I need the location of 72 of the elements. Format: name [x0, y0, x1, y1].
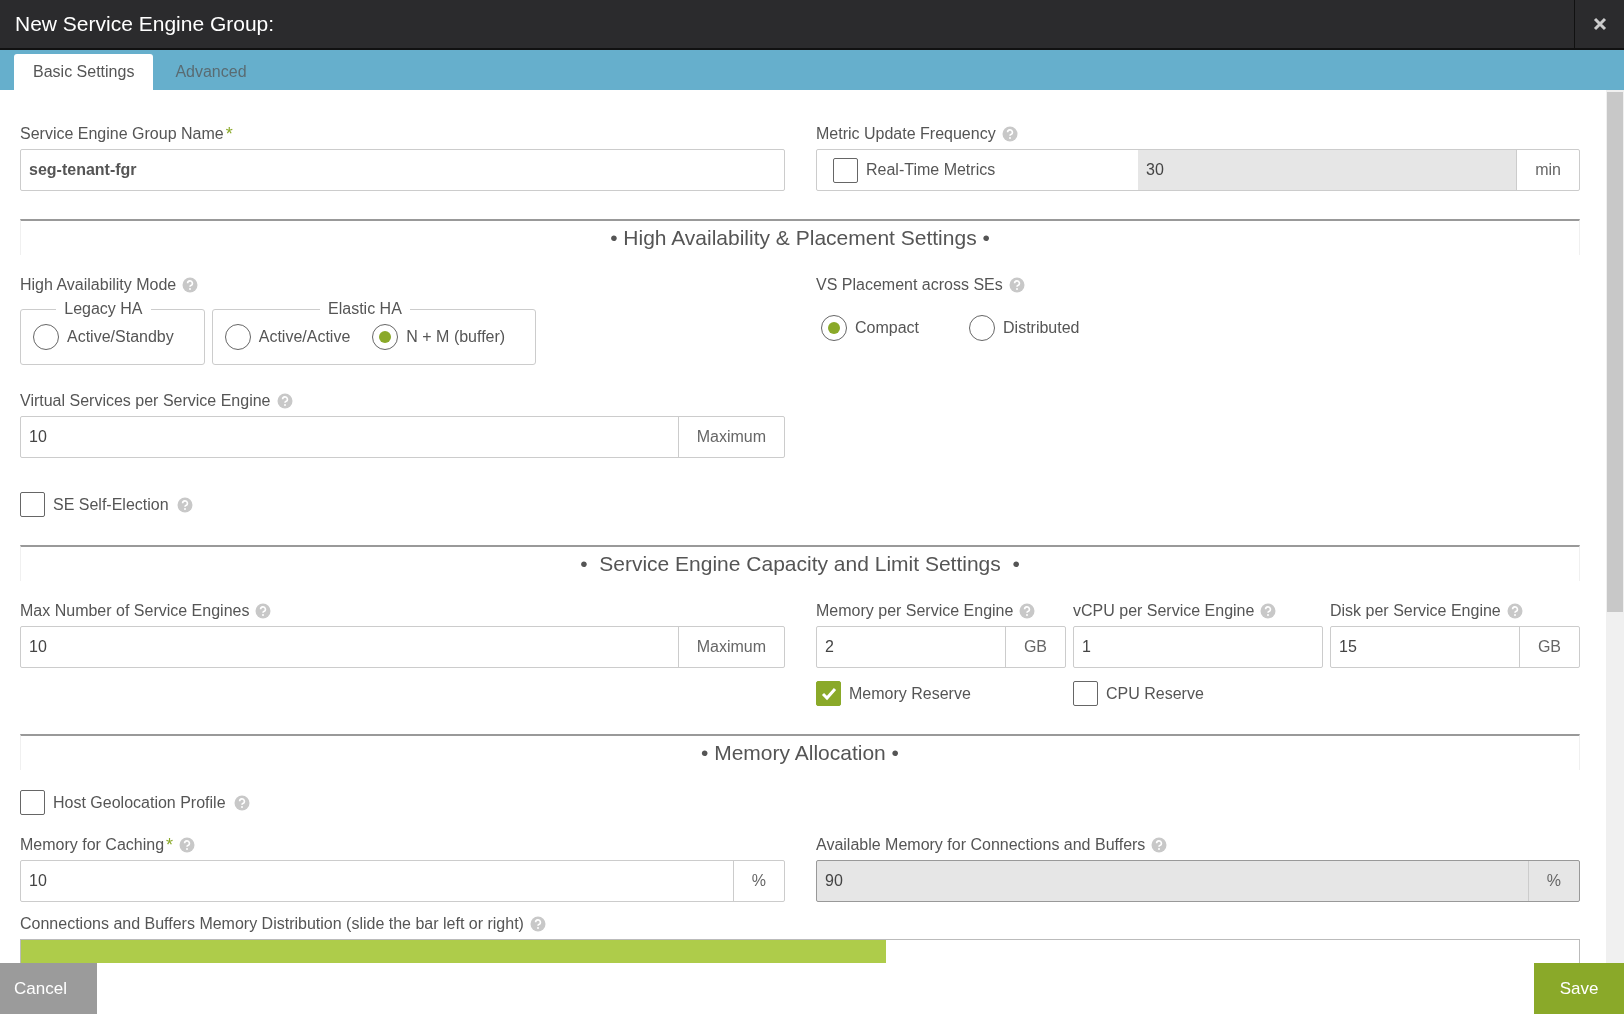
checkbox-label: SE Self-Election	[53, 495, 169, 514]
field-label: Connections and Buffers Memory Distribution (slide the bar left or right)	[20, 915, 524, 933]
tab[interactable]: Basic Settings	[14, 54, 154, 90]
radio-button[interactable]	[969, 315, 996, 341]
help-icon[interactable]	[182, 277, 199, 293]
field-label: Available Memory for Connections and Buffers	[816, 836, 1146, 854]
help-icon[interactable]	[1506, 603, 1523, 619]
radio-button[interactable]	[224, 324, 251, 350]
checkbox-label: CPU Reserve	[1106, 684, 1204, 703]
checkbox[interactable]	[20, 790, 45, 815]
help-icon[interactable]	[1260, 603, 1277, 619]
radio-label: Active/Standby	[67, 328, 174, 346]
distribution-slider[interactable]	[20, 939, 1580, 963]
section-title: • Memory Allocation •	[701, 741, 899, 765]
unit-label: Maximum	[677, 417, 784, 457]
close-icon	[1592, 17, 1607, 31]
field-label: vCPU per Service Engine	[1073, 602, 1255, 620]
input-field[interactable]: 1	[1073, 626, 1323, 668]
help-icon[interactable]	[1151, 837, 1168, 853]
help-icon[interactable]	[255, 603, 272, 619]
field-label: Memory for Caching	[20, 836, 165, 854]
input-field[interactable]: 10 Maximum	[20, 416, 785, 458]
group-legend: Elastic HA	[320, 300, 410, 318]
unit-label: Maximum	[677, 627, 784, 667]
help-icon[interactable]	[1019, 603, 1036, 619]
input-field[interactable]: 15 GB	[1330, 626, 1580, 668]
field-label: Memory per Service Engine	[816, 602, 1014, 620]
input-field[interactable]: 2 GB	[816, 626, 1066, 668]
help-icon[interactable]	[179, 837, 196, 853]
field-label: Virtual Services per Service Engine	[20, 392, 271, 410]
section-title: • High Availability & Placement Settings •	[610, 226, 990, 250]
checkbox-label: Real-Time Metrics	[866, 161, 996, 179]
help-icon[interactable]	[233, 794, 250, 811]
field-label: Metric Update Frequency	[816, 125, 996, 143]
radio-button[interactable]	[33, 324, 59, 350]
input-field[interactable]: 10 %	[20, 860, 785, 902]
checkbox-label: Memory Reserve	[849, 684, 971, 703]
checkbox-label: Host Geolocation Profile	[53, 793, 226, 812]
checkmark-icon	[820, 686, 837, 701]
radio-button[interactable]	[372, 324, 399, 350]
field-label: Disk per Service Engine	[1330, 602, 1501, 620]
scrollbar[interactable]	[1606, 90, 1624, 963]
radio-label: Active/Active	[258, 328, 351, 346]
help-icon[interactable]	[1008, 277, 1025, 293]
slider-fill[interactable]	[21, 940, 886, 963]
checkbox[interactable]	[20, 492, 45, 517]
help-icon[interactable]	[529, 916, 546, 932]
help-icon[interactable]	[176, 496, 193, 513]
input-field[interactable]: 10 Maximum	[20, 626, 785, 668]
field-label: High Availability Mode	[20, 276, 177, 294]
required-mark: *	[166, 834, 174, 856]
help-icon[interactable]	[1001, 126, 1018, 142]
dialog-title: New Service Engine Group:	[14, 12, 276, 36]
help-icon[interactable]	[276, 393, 293, 409]
radio-label: Compact	[855, 319, 920, 337]
input-field[interactable]: seg-tenant-fgr	[20, 149, 785, 191]
field-label: VS Placement across SEs	[816, 276, 1003, 294]
required-mark: *	[225, 123, 233, 145]
radio-button[interactable]	[821, 315, 847, 341]
field-label: Service Engine Group Name	[20, 125, 224, 143]
unit-label: GB	[1518, 627, 1579, 667]
unit-label: min	[1516, 150, 1579, 190]
checkbox[interactable]	[816, 681, 841, 706]
unit-label: %	[1527, 861, 1579, 901]
radio-label: N + M (buffer)	[406, 328, 506, 346]
group-legend: Legacy HA	[56, 300, 151, 318]
field-label: Max Number of Service Engines	[20, 602, 250, 620]
unit-label: GB	[1004, 627, 1065, 667]
section-title: • Service Engine Capacity and Limit Settings •	[580, 552, 1020, 576]
radio-label: Distributed	[1003, 319, 1080, 337]
checkbox[interactable]	[1073, 681, 1098, 706]
unit-label: %	[732, 861, 784, 901]
